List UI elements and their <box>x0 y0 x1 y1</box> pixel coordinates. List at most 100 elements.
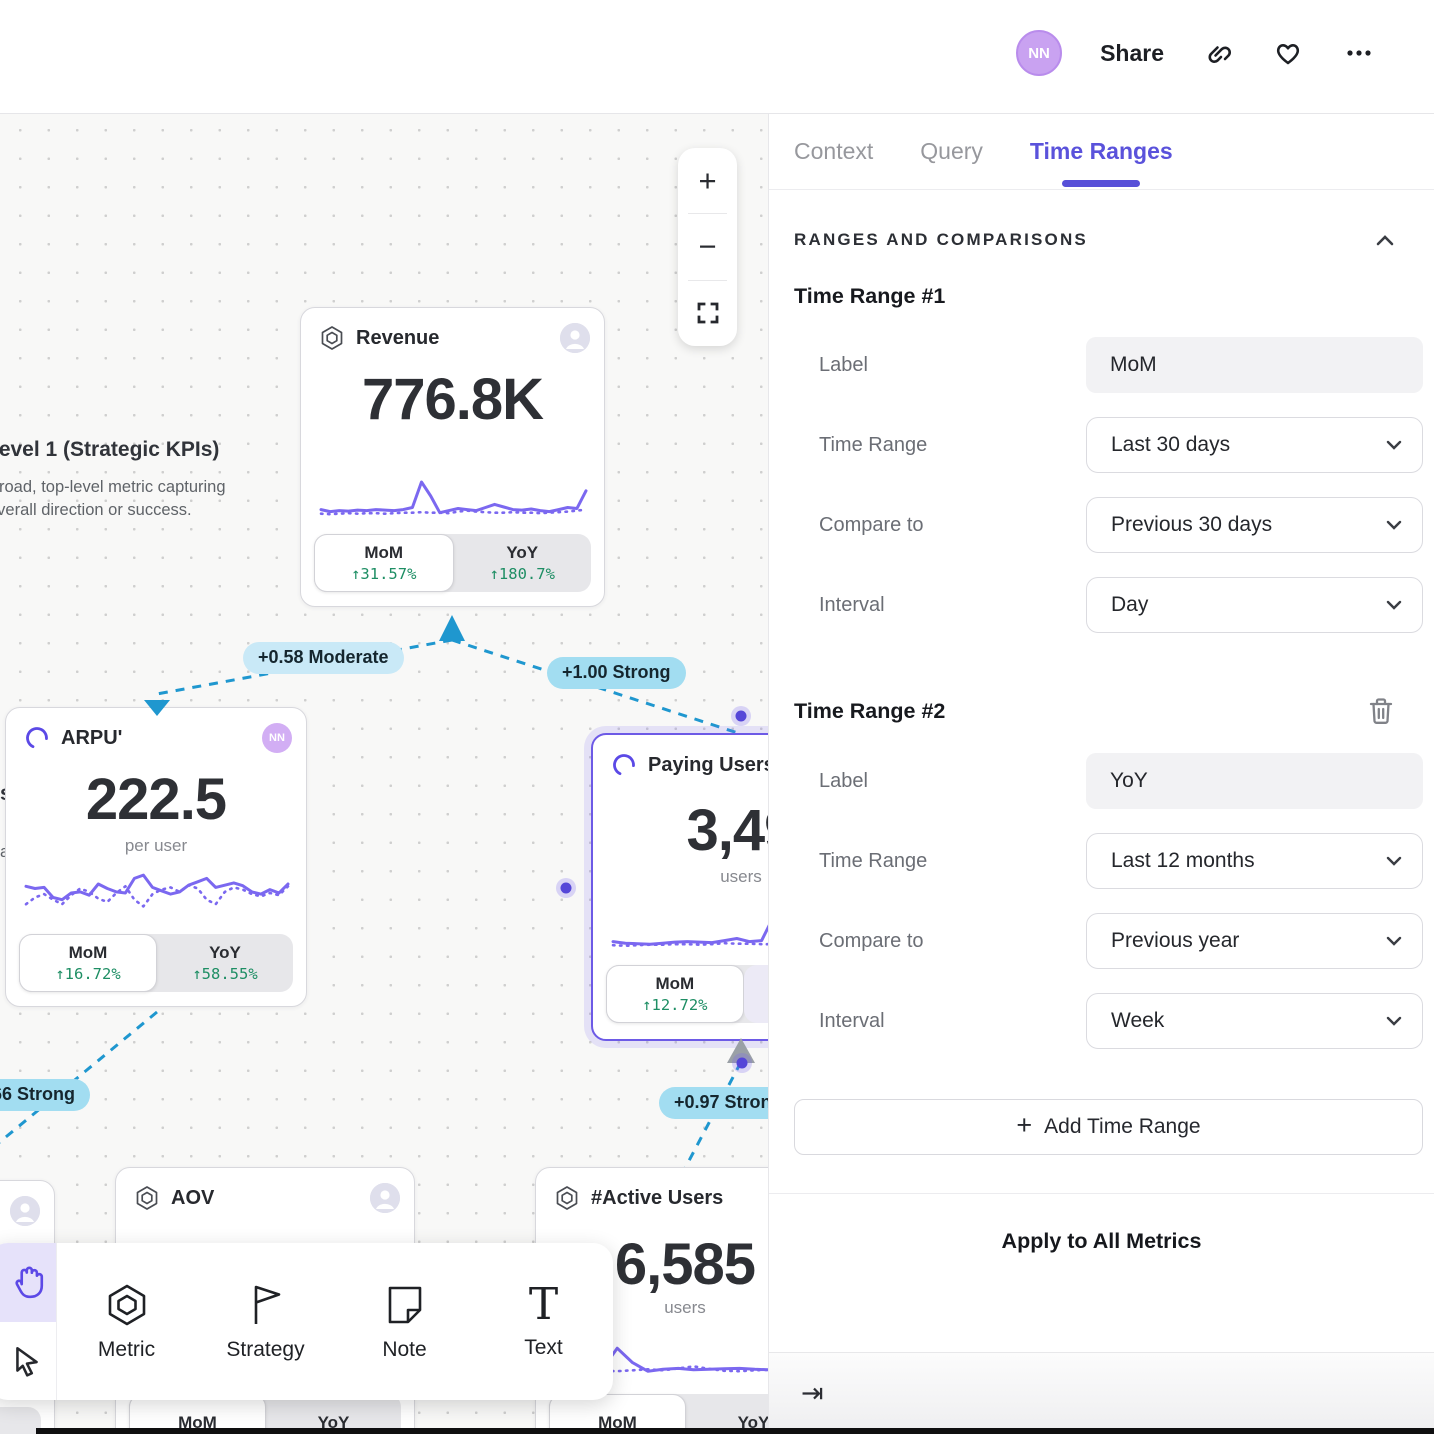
toggle-mom[interactable]: MoM ↑31.57% <box>314 534 454 592</box>
timerange-toggle: MoM ↑16.72% YoY ↑58.55% <box>19 934 293 992</box>
metric-hexagon-icon <box>103 1281 151 1329</box>
panel-footer: ⇥ <box>769 1352 1434 1434</box>
metric-card-arpu[interactable]: ARPU' NN 222.5 per user MoM ↑16.72% YoY … <box>5 707 307 1007</box>
timerange-toggle: MoM ↑31.57% YoY ↑180.7% <box>314 534 591 592</box>
chevron-down-icon <box>1386 440 1402 450</box>
copy-link-icon[interactable] <box>1202 37 1234 69</box>
add-time-range-button[interactable]: + Add Time Range <box>794 1099 1423 1155</box>
timerange-toggle <box>0 1407 41 1434</box>
zoom-controls: + − <box>678 148 737 346</box>
compare-to-field-label: Compare to <box>819 514 924 537</box>
tab-context[interactable]: Context <box>794 114 873 189</box>
panel-tabs: Context Query Time Ranges <box>769 114 1434 190</box>
flag-icon <box>242 1281 290 1329</box>
text-icon: T <box>529 1283 558 1327</box>
metric-card-revenue[interactable]: Revenue 776.8K MoM ↑31.57% YoY ↑180.7% <box>300 307 605 607</box>
time-range-field-label: Time Range <box>819 850 927 873</box>
metric-title: Revenue <box>356 327 549 350</box>
label-field-label: Label <box>819 770 868 793</box>
metric-hexagon-icon <box>554 1185 580 1211</box>
bottom-edge-bar <box>36 1428 1434 1434</box>
user-avatar[interactable]: NN <box>1016 30 1062 76</box>
toggle-yoy[interactable]: YoY ↑58.55% <box>157 934 293 992</box>
interval-select[interactable]: Day <box>1086 577 1423 633</box>
loading-spinner-icon <box>24 725 50 751</box>
loading-spinner-icon <box>611 752 637 778</box>
compare-to-select[interactable]: Previous 30 days <box>1086 497 1423 553</box>
chevron-down-icon <box>1386 520 1402 530</box>
metric-unit: per user <box>6 836 306 856</box>
share-button[interactable]: Share <box>1100 40 1164 67</box>
toggle-mom[interactable]: MoM ↑12.72% <box>606 965 744 1023</box>
label-input[interactable]: MoM <box>1086 337 1423 393</box>
add-metric-button[interactable]: Metric <box>57 1243 196 1400</box>
metric-title: #Active Users <box>591 1187 768 1210</box>
metric-value: 776.8K <box>301 366 604 433</box>
hand-icon <box>8 1263 46 1301</box>
toggle-mom[interactable]: MoM ↑16.72% <box>19 934 157 992</box>
canvas-annotation-body: Broad, top-level metric capturing overal… <box>0 476 246 522</box>
add-text-button[interactable]: T Text <box>474 1243 613 1400</box>
metric-card-paying-users[interactable]: Paying Users' 3,49 users MoM ↑12.72% <box>591 733 768 1041</box>
chevron-down-icon <box>1386 1016 1402 1026</box>
collaborator-badge[interactable]: NN <box>262 723 292 753</box>
owner-avatar-icon[interactable] <box>370 1183 400 1213</box>
sparkline-chart <box>611 895 768 955</box>
chevron-down-icon <box>1386 600 1402 610</box>
correlation-badge[interactable]: +1.00 Strong <box>547 657 686 689</box>
toggle-yoy[interactable]: YoY ↑180.7% <box>454 534 592 592</box>
fullscreen-button[interactable] <box>678 281 737 346</box>
select-tool-button[interactable] <box>0 1322 56 1401</box>
correlation-badge[interactable]: 66 Strong <box>0 1079 90 1111</box>
hand-tool-button[interactable] <box>0 1243 56 1322</box>
correlation-badge[interactable]: +0.97 Strong <box>659 1087 768 1119</box>
compare-to-select[interactable]: Previous year <box>1086 913 1423 969</box>
time-range-select[interactable]: Last 12 months <box>1086 833 1423 889</box>
note-icon <box>381 1281 429 1329</box>
chevron-down-icon <box>1386 856 1402 866</box>
metric-value: 3,49 <box>593 797 768 864</box>
collapse-section-chevron-icon[interactable] <box>1376 235 1394 246</box>
collapse-panel-icon[interactable]: ⇥ <box>801 1378 824 1409</box>
delete-time-range-icon[interactable] <box>1368 697 1394 725</box>
metric-hexagon-icon <box>134 1185 160 1211</box>
tab-query[interactable]: Query <box>920 114 983 189</box>
plus-icon: + <box>1016 1110 1032 1141</box>
time-range-field-label: Time Range <box>819 434 927 457</box>
cursor-icon <box>10 1344 44 1378</box>
sparkline-chart <box>319 464 588 524</box>
time-range-2-title: Time Range #2 <box>794 699 945 724</box>
app-window: NN Share <box>0 0 1434 1434</box>
toggle-yoy[interactable] <box>744 965 768 1023</box>
canvas-toolbar: Metric Strategy Note T Text <box>0 1243 613 1400</box>
owner-avatar-icon[interactable] <box>560 323 590 353</box>
time-range-select[interactable]: Last 30 days <box>1086 417 1423 473</box>
favorite-heart-icon[interactable] <box>1272 37 1304 69</box>
metric-title: AOV <box>171 1187 359 1210</box>
label-input[interactable]: YoY <box>1086 753 1423 809</box>
tab-time-ranges[interactable]: Time Ranges <box>1030 114 1173 189</box>
metric-unit: users <box>593 867 768 887</box>
label-field-label: Label <box>819 354 868 377</box>
top-header: NN Share <box>0 0 1434 114</box>
interval-select[interactable]: Week <box>1086 993 1423 1049</box>
add-note-button[interactable]: Note <box>335 1243 474 1400</box>
zoom-in-button[interactable]: + <box>678 148 737 213</box>
compare-to-field-label: Compare to <box>819 930 924 953</box>
chevron-down-icon <box>1386 936 1402 946</box>
correlation-badge[interactable]: +0.58 Moderate <box>243 642 404 674</box>
metric-title: Paying Users' <box>648 754 768 777</box>
metric-value: 222.5 <box>6 766 306 833</box>
metric-title: ARPU' <box>61 727 251 750</box>
section-title: RANGES AND COMPARISONS <box>794 230 1088 250</box>
time-range-1-title: Time Range #1 <box>794 284 945 309</box>
apply-to-all-metrics-button[interactable]: Apply to All Metrics <box>769 1194 1434 1288</box>
more-options-icon[interactable] <box>1342 37 1376 69</box>
zoom-out-button[interactable]: − <box>678 214 737 279</box>
add-strategy-button[interactable]: Strategy <box>196 1243 335 1400</box>
settings-panel: Context Query Time Ranges RANGES AND COM… <box>768 114 1434 1434</box>
sparkline-chart <box>24 860 290 924</box>
metric-tree-canvas[interactable]: Level 1 (Strategic KPIs) Broad, top-leve… <box>0 114 768 1434</box>
interval-field-label: Interval <box>819 1010 885 1033</box>
owner-avatar-icon[interactable] <box>10 1196 40 1226</box>
